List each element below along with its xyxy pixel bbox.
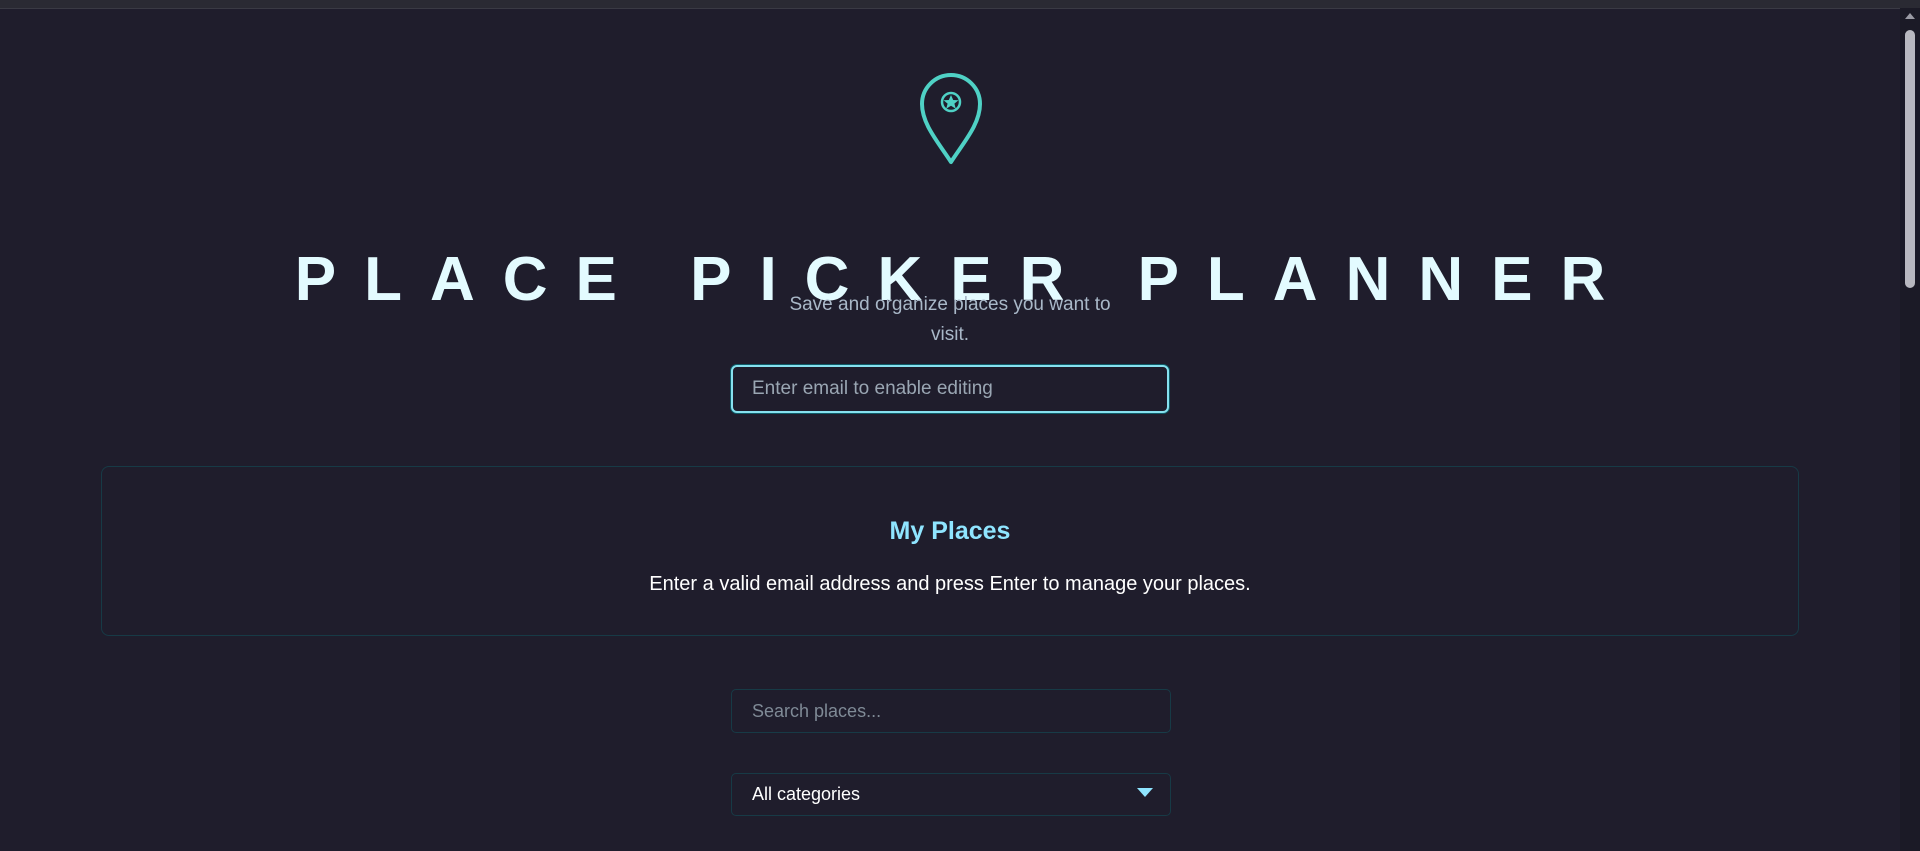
search-input[interactable] — [731, 689, 1171, 733]
map-pin-icon — [920, 73, 982, 164]
scrollbar-thumb[interactable] — [1905, 30, 1915, 288]
my-places-panel: My Places Enter a valid email address an… — [101, 466, 1799, 636]
my-places-heading: My Places — [889, 517, 1011, 545]
email-input[interactable] — [731, 365, 1169, 413]
chevron-down-icon — [1137, 788, 1153, 797]
page-subtitle: Save and organize places you want to vis… — [789, 294, 1111, 345]
my-places-message: Enter a valid email address and press En… — [649, 573, 1251, 595]
scroll-up-arrow-icon[interactable] — [1905, 13, 1915, 19]
page: PLACE PICKER PLANNER Save and organize p… — [0, 8, 1900, 851]
page-scrollbar[interactable] — [1900, 8, 1920, 851]
category-select[interactable]: All categories — [731, 773, 1171, 816]
category-select-value: All categories — [752, 784, 861, 804]
